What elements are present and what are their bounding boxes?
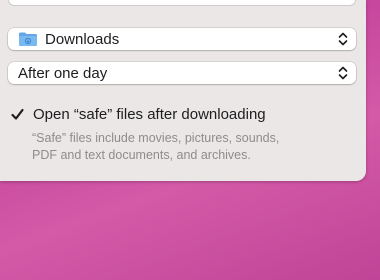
folder-icon [18, 31, 38, 47]
chevron-updown-icon [337, 31, 349, 47]
chevron-updown-icon [337, 65, 349, 81]
open-safe-files-checkbox[interactable] [10, 107, 25, 122]
download-location-popup[interactable]: Downloads [8, 28, 356, 50]
field-bottom-edge [8, 0, 356, 6]
preferences-panel: Downloads After one day Open “safe” file… [0, 0, 366, 181]
remove-items-popup[interactable]: After one day [8, 62, 356, 84]
description-line: PDF and text documents, and archives. [32, 148, 251, 162]
open-safe-files-row[interactable]: Open “safe” files after downloading [10, 104, 266, 124]
description-line: “Safe” files include movies, pictures, s… [32, 131, 280, 145]
safe-files-description: “Safe” files include movies, pictures, s… [32, 130, 352, 164]
download-location-label: Downloads [45, 30, 120, 48]
remove-items-label: After one day [18, 64, 108, 82]
open-safe-files-label: Open “safe” files after downloading [33, 105, 266, 123]
